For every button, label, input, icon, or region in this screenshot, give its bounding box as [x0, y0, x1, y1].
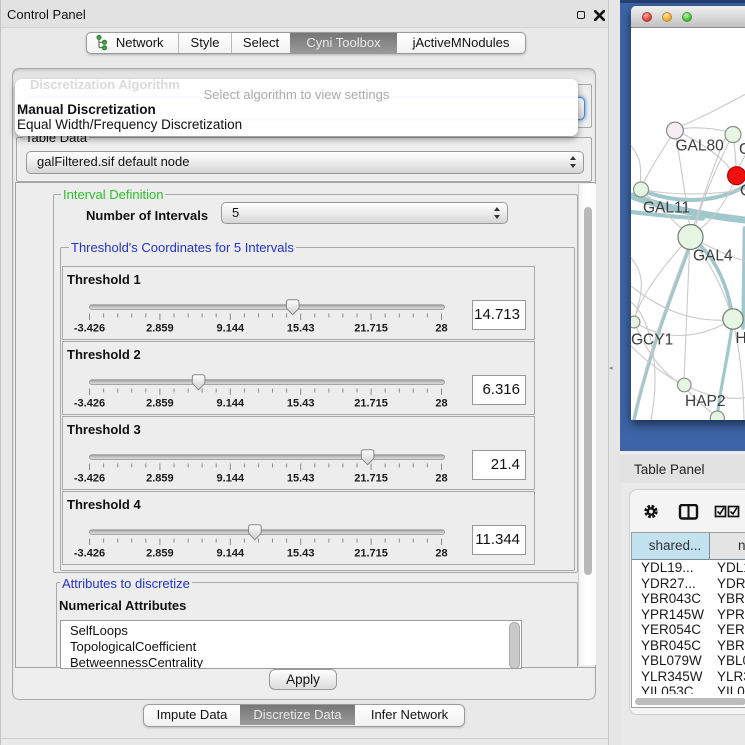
svg-text:15.43: 15.43 [287, 548, 315, 560]
svg-text:9.144: 9.144 [217, 323, 245, 335]
svg-text:2.859: 2.859 [146, 323, 174, 335]
svg-text:15.43: 15.43 [287, 398, 315, 410]
svg-text:21.715: 21.715 [354, 398, 388, 410]
svg-text:9.144: 9.144 [217, 548, 245, 560]
svg-text:9.144: 9.144 [217, 398, 245, 410]
svg-text:GAL80: GAL80 [676, 138, 725, 155]
svg-text:GAL4: GAL4 [693, 248, 733, 265]
svg-text:21.715: 21.715 [354, 548, 388, 560]
svg-text:28: 28 [435, 323, 447, 335]
svg-text:2.859: 2.859 [146, 398, 174, 410]
svg-text:28: 28 [435, 548, 447, 560]
svg-text:9.144: 9.144 [217, 473, 245, 485]
svg-text:21.715: 21.715 [354, 473, 388, 485]
svg-text:G.: G. [739, 141, 745, 158]
svg-text:C: C [740, 183, 745, 200]
svg-text:28: 28 [435, 398, 447, 410]
svg-text:GCY1: GCY1 [631, 332, 673, 349]
svg-text:15.43: 15.43 [287, 473, 315, 485]
svg-text:HAP2: HAP2 [685, 393, 726, 410]
svg-text:2.859: 2.859 [146, 473, 174, 485]
svg-text:H: H [736, 330, 745, 347]
svg-text:GAL11: GAL11 [643, 200, 690, 217]
svg-text:28: 28 [435, 473, 447, 485]
svg-text:21.715: 21.715 [354, 323, 388, 335]
svg-text:15.43: 15.43 [287, 323, 315, 335]
svg-text:-3.426: -3.426 [74, 548, 105, 560]
svg-text:-3.426: -3.426 [74, 398, 105, 410]
svg-text:-3.426: -3.426 [74, 473, 105, 485]
svg-text:-3.426: -3.426 [74, 323, 105, 335]
svg-text:2.859: 2.859 [146, 548, 174, 560]
